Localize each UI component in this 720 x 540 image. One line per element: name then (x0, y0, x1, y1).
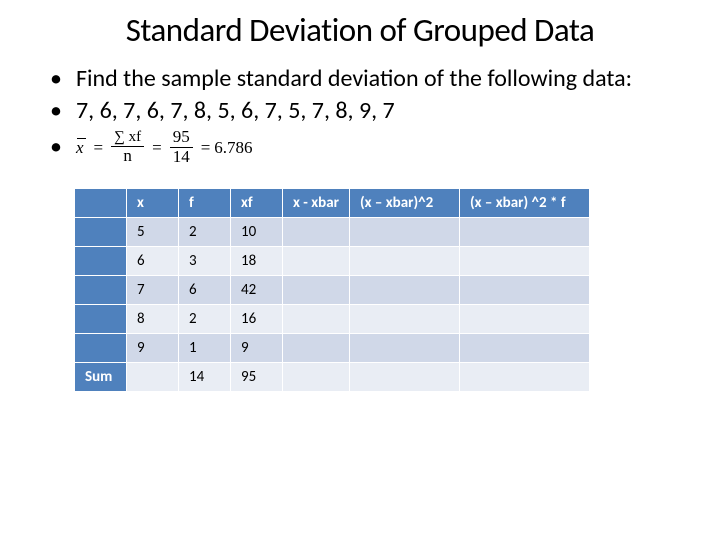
row-head (75, 247, 127, 276)
cell-x: 9 (127, 334, 179, 363)
cell-empty (127, 363, 179, 392)
sum-label: Sum (75, 363, 127, 392)
cell-f: 6 (179, 276, 231, 305)
cell-x: 8 (127, 305, 179, 334)
xbar-symbol: x (76, 137, 84, 158)
sum-f: 14 (179, 363, 231, 392)
cell-xf: 16 (231, 305, 283, 334)
cell-empty (349, 247, 459, 276)
mean-formula: x = ∑ xf n = 95 14 = 6.786 (76, 128, 253, 166)
numerator: 95 (170, 128, 193, 148)
col-header-sq: (x – xbar)^2 (349, 189, 459, 218)
cell-empty (283, 276, 350, 305)
cell-empty (459, 247, 589, 276)
slide: Standard Deviation of Grouped Data • Fin… (0, 0, 720, 412)
cell-empty (283, 218, 350, 247)
row-head (75, 305, 127, 334)
cell-empty (283, 305, 350, 334)
cell-x: 7 (127, 276, 179, 305)
cell-f: 2 (179, 305, 231, 334)
cell-xf: 18 (231, 247, 283, 276)
bullet-item: • 7, 6, 7, 6, 7, 8, 5, 6, 7, 5, 7, 8, 9,… (50, 96, 690, 126)
bullet-item: • Find the sample standard deviation of … (50, 64, 690, 94)
table-row: 8 2 16 (75, 305, 590, 334)
bullet-mark: • (50, 132, 76, 162)
table-row: 6 3 18 (75, 247, 590, 276)
col-header-sqf: (x – xbar) ^2 * f (459, 189, 589, 218)
cell-empty (349, 363, 459, 392)
cell-empty (459, 276, 589, 305)
cell-f: 1 (179, 334, 231, 363)
sum-xf: 95 (231, 363, 283, 392)
equals-sign: = (201, 137, 211, 158)
cell-empty (283, 247, 350, 276)
bullet-item-formula: • x = ∑ xf n = 95 14 = 6.786 (50, 128, 690, 166)
cell-empty (349, 334, 459, 363)
table-header-row: x f xf x - xbar (x – xbar)^2 (x – xbar) … (75, 189, 590, 218)
bullet-text: 7, 6, 7, 6, 7, 8, 5, 6, 7, 5, 7, 8, 9, 7 (76, 96, 690, 126)
numerator: ∑ xf (111, 129, 144, 147)
row-head (75, 334, 127, 363)
denominator: n (120, 147, 135, 166)
formula-result: 6.786 (214, 137, 252, 158)
header-blank (75, 189, 127, 218)
cell-empty (349, 218, 459, 247)
cell-empty (459, 218, 589, 247)
col-header-x: x (127, 189, 179, 218)
fraction: ∑ xf n (111, 129, 144, 165)
col-header-f: f (179, 189, 231, 218)
bullet-text: Find the sample standard deviation of th… (76, 64, 690, 94)
bullet-mark: • (50, 64, 76, 94)
row-head (75, 218, 127, 247)
cell-x: 6 (127, 247, 179, 276)
cell-f: 3 (179, 247, 231, 276)
cell-xf: 9 (231, 334, 283, 363)
cell-empty (459, 334, 589, 363)
cell-empty (283, 363, 350, 392)
cell-f: 2 (179, 218, 231, 247)
table-row: 9 1 9 (75, 334, 590, 363)
bullet-mark: • (50, 96, 76, 126)
equals-sign: = (152, 137, 162, 158)
col-header-xminusxbar: x - xbar (283, 189, 350, 218)
data-table-wrap: x f xf x - xbar (x – xbar)^2 (x – xbar) … (74, 188, 690, 392)
slide-title: Standard Deviation of Grouped Data (30, 10, 690, 50)
cell-xf: 10 (231, 218, 283, 247)
col-header-xf: xf (231, 189, 283, 218)
cell-empty (349, 276, 459, 305)
cell-empty (283, 334, 350, 363)
fraction: 95 14 (170, 128, 193, 166)
equals-sign: = (94, 137, 104, 158)
cell-empty (349, 305, 459, 334)
table-row: 7 6 42 (75, 276, 590, 305)
table-sum-row: Sum 14 95 (75, 363, 590, 392)
table-row: 5 2 10 (75, 218, 590, 247)
denominator: 14 (170, 148, 193, 167)
cell-empty (459, 363, 589, 392)
cell-xf: 42 (231, 276, 283, 305)
cell-x: 5 (127, 218, 179, 247)
data-table: x f xf x - xbar (x – xbar)^2 (x – xbar) … (74, 188, 590, 392)
row-head (75, 276, 127, 305)
bullet-list: • Find the sample standard deviation of … (30, 64, 690, 166)
cell-empty (459, 305, 589, 334)
